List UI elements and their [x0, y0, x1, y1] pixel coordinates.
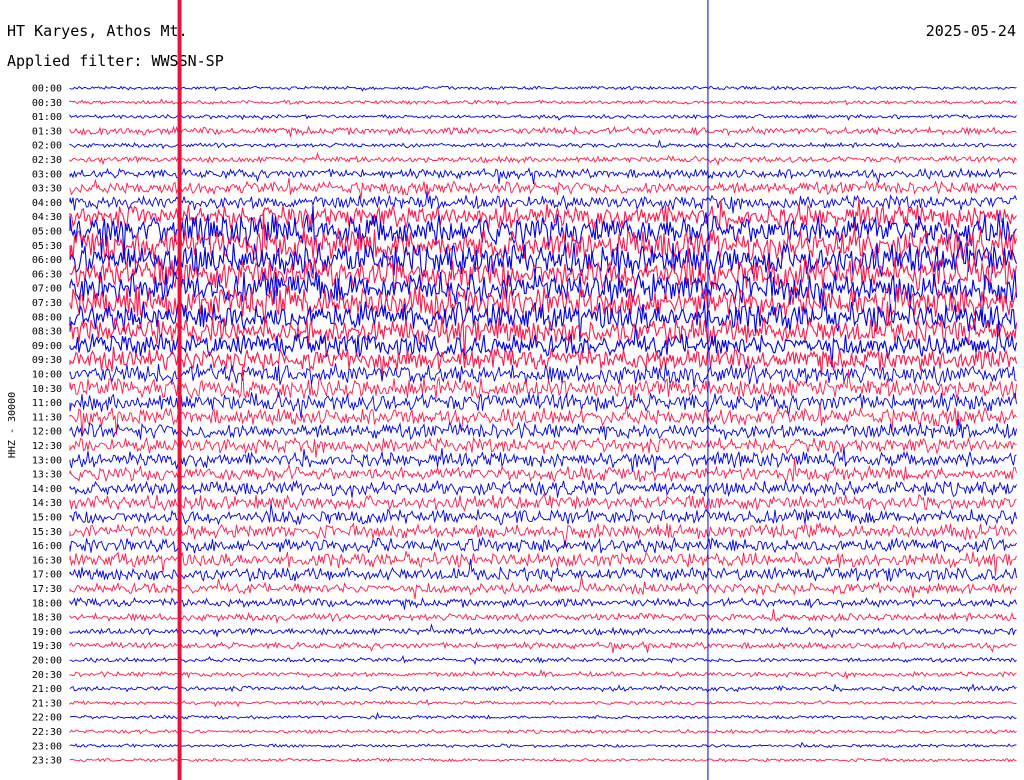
time-tick-label: 19:00 [32, 627, 62, 638]
seismic-trace-row [69, 205, 1017, 258]
time-tick-label: 14:30 [32, 498, 62, 509]
seismic-trace-row [69, 728, 1017, 735]
time-tick-label: 12:00 [32, 427, 62, 438]
seismic-trace-row [69, 551, 1017, 576]
seismic-trace-row [69, 140, 1017, 150]
time-tick-label: 06:00 [32, 255, 62, 266]
time-tick-label: 18:00 [32, 598, 62, 609]
time-tick-label: 07:30 [32, 298, 62, 309]
helicorder-plot: 00:00 00:30 01:00 01:30 02:00 02:30 03:00 03:30… [7, 0, 1018, 780]
seismic-trace-row [69, 151, 1017, 167]
time-tick-label: 13:30 [32, 470, 62, 481]
time-tick-label: 00:30 [32, 98, 62, 109]
time-tick-label: 01:30 [32, 126, 62, 137]
time-tick-label: 23:30 [32, 756, 62, 767]
seismic-trace-row [69, 683, 1017, 693]
time-tick-label: 20:00 [32, 656, 62, 667]
time-tick-labels: 00:00 00:30 01:00 01:30 02:00 02:30 03:00 03:30… [32, 84, 62, 767]
time-tick-label: 08:00 [32, 312, 62, 323]
time-tick-label: 07:00 [32, 284, 62, 295]
seismic-trace-row [69, 85, 1017, 92]
seismic-trace-row [69, 623, 1017, 639]
time-tick-label: 14:00 [32, 484, 62, 495]
time-tick-label: 05:30 [32, 241, 62, 252]
time-tick-label: 05:00 [32, 227, 62, 238]
seismic-trace-row [69, 669, 1017, 680]
seismic-trace-row [69, 419, 1017, 440]
time-tick-label: 09:00 [32, 341, 62, 352]
time-tick-label: 00:00 [32, 84, 62, 95]
time-tick-label: 02:30 [32, 155, 62, 166]
seismic-trace-row [69, 654, 1017, 666]
time-tick-label: 21:30 [32, 698, 62, 709]
seismic-trace-row [69, 167, 1017, 185]
time-tick-label: 02:00 [32, 141, 62, 152]
time-tick-label: 22:00 [32, 713, 62, 724]
time-tick-label: 16:30 [32, 555, 62, 566]
time-tick-label: 23:00 [32, 741, 62, 752]
time-tick-label: 22:30 [32, 727, 62, 738]
time-tick-label: 17:30 [32, 584, 62, 595]
time-tick-label: 01:00 [32, 112, 62, 123]
seismic-trace-row [69, 757, 1017, 763]
seismic-trace-row [69, 198, 1017, 231]
seismic-trace-row [69, 576, 1017, 600]
trace-group [69, 85, 1018, 763]
time-tick-label: 03:30 [32, 184, 62, 195]
seismic-trace-row [69, 711, 1017, 721]
time-tick-label: 13:00 [32, 455, 62, 466]
time-tick-label: 03:00 [32, 169, 62, 180]
time-tick-label: 19:30 [32, 641, 62, 652]
time-tick-label: 18:30 [32, 613, 62, 624]
time-tick-label: 08:30 [32, 327, 62, 338]
time-tick-label: 16:00 [32, 541, 62, 552]
seismic-trace-row [69, 536, 1017, 554]
seismic-trace-row [69, 240, 1018, 279]
channel-label: HHZ - 30000 [7, 392, 18, 458]
seismic-trace-row [69, 125, 1017, 137]
seismic-trace-row [69, 98, 1017, 106]
seismic-trace-row [69, 113, 1017, 121]
seismic-trace-row [69, 492, 1017, 512]
seismic-trace-row [69, 741, 1017, 749]
seismic-trace-row [69, 596, 1017, 610]
seismic-trace-row [69, 609, 1017, 624]
time-tick-label: 15:00 [32, 513, 62, 524]
time-tick-label: 10:00 [32, 370, 62, 381]
seismic-trace-row [69, 436, 1017, 458]
seismic-trace-row [69, 558, 1017, 583]
seismic-trace-row [69, 640, 1017, 653]
time-tick-label: 04:00 [32, 198, 62, 209]
seismic-trace-row [69, 363, 1017, 388]
time-tick-label: 04:30 [32, 212, 62, 223]
seismic-trace-row [69, 177, 1017, 199]
time-tick-label: 20:30 [32, 670, 62, 681]
time-tick-label: 10:30 [32, 384, 62, 395]
seismic-trace-row [69, 698, 1017, 708]
time-tick-label: 17:00 [32, 570, 62, 581]
time-tick-label: 12:30 [32, 441, 62, 452]
time-tick-label: 11:30 [32, 412, 62, 423]
time-tick-label: 11:00 [32, 398, 62, 409]
seismic-trace-row [69, 191, 1017, 214]
time-tick-label: 21:00 [32, 684, 62, 695]
time-tick-label: 09:30 [32, 355, 62, 366]
time-tick-label: 15:30 [32, 527, 62, 538]
time-tick-label: 06:30 [32, 269, 62, 280]
seismogram-page: HT Karyes, Athos Mt. 2025-05-24 Applied … [0, 0, 1024, 780]
seismic-trace-row [69, 503, 1017, 527]
